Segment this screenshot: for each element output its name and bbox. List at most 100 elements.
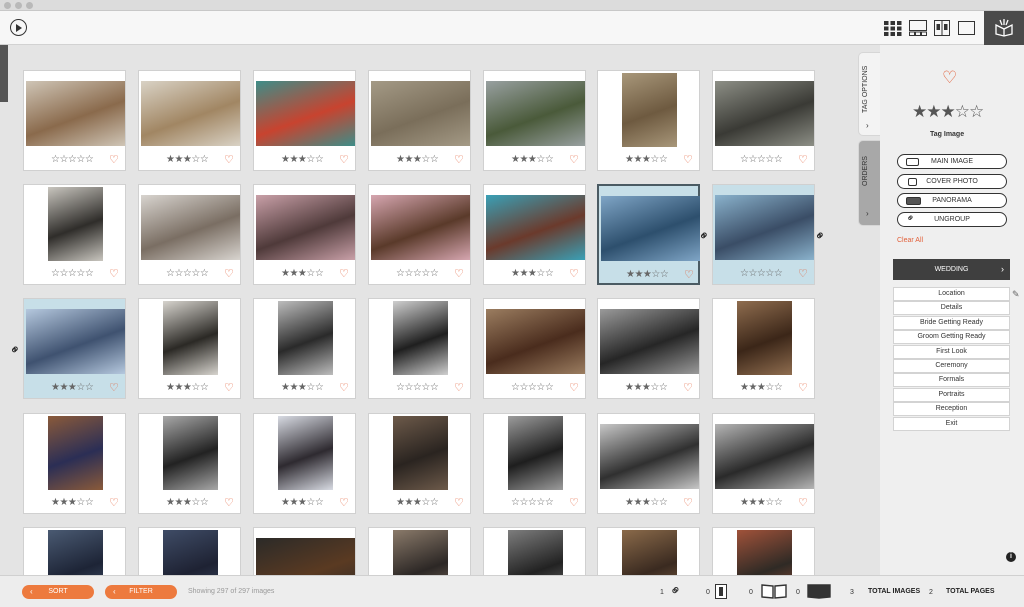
compare-view-icon[interactable] (934, 20, 950, 36)
image-thumbnail[interactable] (371, 195, 470, 260)
star-rating[interactable]: ★★★☆☆ (625, 154, 668, 165)
ungroup-button[interactable]: ⚭ UNGROUP (897, 212, 1007, 227)
wedding-category-button[interactable]: WEDDING › (893, 259, 1010, 280)
heart-icon[interactable]: ♡ (798, 153, 808, 166)
star-rating[interactable]: ☆☆☆☆☆ (740, 154, 783, 165)
heart-icon[interactable]: ♡ (454, 496, 464, 509)
tab-tag-options[interactable]: TAG OPTIONS › (858, 52, 880, 136)
image-thumbnail[interactable] (508, 416, 563, 490)
image-thumbnail[interactable] (622, 530, 677, 575)
heart-icon[interactable]: ♡ (339, 496, 349, 509)
image-thumbnail[interactable] (256, 81, 355, 146)
minimize-window-icon[interactable] (15, 2, 22, 9)
image-thumbnail[interactable] (715, 195, 814, 260)
star-rating[interactable]: ★★★☆☆ (166, 382, 209, 393)
image-card[interactable]: ☆☆☆☆☆ ♡ (483, 298, 586, 399)
heart-icon[interactable]: ♡ (569, 381, 579, 394)
image-card[interactable] (138, 527, 241, 575)
heart-icon[interactable]: ♡ (224, 153, 234, 166)
image-thumbnail[interactable] (393, 301, 448, 375)
image-card[interactable]: ☆☆☆☆☆ ♡ (483, 413, 586, 514)
image-thumbnail[interactable] (278, 416, 333, 490)
image-card[interactable]: ★★★☆☆ ♡ (483, 70, 586, 171)
heart-icon[interactable]: ♡ (798, 381, 808, 394)
image-card[interactable]: ★★★☆☆ ♡ (253, 298, 356, 399)
image-thumbnail[interactable] (26, 309, 125, 374)
image-card[interactable]: ☆☆☆☆☆ ♡ (368, 184, 471, 285)
star-rating[interactable]: ★★★☆☆ (281, 154, 324, 165)
heart-icon[interactable]: ♡ (224, 267, 234, 280)
image-thumbnail[interactable] (486, 309, 585, 374)
image-thumbnail[interactable] (163, 530, 218, 575)
image-card[interactable] (23, 527, 126, 575)
image-card[interactable]: ★★★☆☆ ♡ (597, 184, 700, 285)
image-card[interactable]: ★★★☆☆ ♡ (597, 298, 700, 399)
image-card[interactable] (483, 527, 586, 575)
star-rating[interactable]: ★★★☆☆ (281, 497, 324, 508)
star-rating[interactable]: ☆☆☆☆☆ (396, 382, 439, 393)
image-thumbnail[interactable] (141, 81, 240, 146)
star-rating[interactable]: ☆☆☆☆☆ (51, 154, 94, 165)
heart-icon[interactable]: ♡ (109, 496, 119, 509)
image-card[interactable]: ★★★☆☆ ♡ (597, 70, 700, 171)
image-thumbnail[interactable] (508, 530, 563, 575)
image-thumbnail[interactable] (393, 530, 448, 575)
image-card[interactable]: ☆☆☆☆☆ ♡ (23, 184, 126, 285)
star-rating[interactable]: ☆☆☆☆☆ (740, 268, 783, 279)
heart-icon[interactable]: ♡ (569, 496, 579, 509)
image-card[interactable]: ★★★☆☆ ♡ (253, 70, 356, 171)
star-rating[interactable]: ★★★☆☆ (396, 154, 439, 165)
heart-icon[interactable]: ♡ (684, 268, 694, 281)
image-thumbnail[interactable] (715, 424, 814, 489)
image-thumbnail[interactable] (256, 195, 355, 260)
star-rating[interactable]: ★★★☆☆ (625, 382, 668, 393)
image-thumbnail[interactable] (486, 81, 585, 146)
image-card[interactable]: ★★★☆☆ ♡ (483, 184, 586, 285)
image-thumbnail[interactable] (48, 416, 103, 490)
image-thumbnail[interactable] (141, 195, 240, 260)
heart-icon[interactable]: ♡ (224, 496, 234, 509)
cover-photo-button[interactable]: COVER PHOTO (897, 174, 1007, 189)
subcategory-item[interactable]: Formals (893, 373, 1010, 388)
heart-icon[interactable]: ♡ (109, 381, 119, 394)
star-rating[interactable]: ★★★☆☆ (511, 268, 554, 279)
star-rating[interactable]: ★★★☆☆ (626, 269, 669, 280)
heart-icon[interactable]: ♡ (339, 267, 349, 280)
maximize-window-icon[interactable] (26, 2, 33, 9)
image-card[interactable] (597, 527, 700, 575)
star-rating[interactable]: ☆☆☆☆☆ (166, 268, 209, 279)
image-card[interactable]: ★★★☆☆ ♡ (368, 413, 471, 514)
image-card[interactable] (253, 527, 356, 575)
image-thumbnail[interactable] (600, 309, 699, 374)
image-card[interactable]: ★★★☆☆ ♡ (23, 298, 126, 399)
tag-rating-stars[interactable]: ★★★☆☆ (912, 102, 984, 122)
image-thumbnail[interactable] (371, 81, 470, 146)
image-card[interactable]: ☆☆☆☆☆ ♡ (712, 70, 815, 171)
image-card[interactable]: ☆☆☆☆☆ ♡ (23, 70, 126, 171)
image-card[interactable]: ★★★☆☆ ♡ (23, 413, 126, 514)
info-icon[interactable]: i (1006, 552, 1016, 562)
star-rating[interactable]: ★★★☆☆ (281, 268, 324, 279)
star-rating[interactable]: ☆☆☆☆☆ (511, 382, 554, 393)
subcategory-item[interactable]: Groom Getting Ready (893, 330, 1010, 345)
image-card[interactable]: ★★★☆☆ ♡ (253, 184, 356, 285)
grid-view-icon[interactable] (884, 20, 902, 36)
image-card[interactable]: ☆☆☆☆☆ ♡ (712, 184, 815, 285)
heart-icon[interactable]: ♡ (224, 381, 234, 394)
star-rating[interactable]: ★★★☆☆ (740, 382, 783, 393)
image-card[interactable] (712, 527, 815, 575)
image-thumbnail[interactable] (163, 416, 218, 490)
star-rating[interactable]: ★★★☆☆ (166, 154, 209, 165)
star-rating[interactable]: ☆☆☆☆☆ (51, 268, 94, 279)
image-card[interactable]: ★★★☆☆ ♡ (138, 298, 241, 399)
heart-icon[interactable]: ♡ (454, 153, 464, 166)
image-thumbnail[interactable] (278, 301, 333, 375)
image-thumbnail[interactable] (163, 301, 218, 375)
subcategory-item[interactable]: Details (893, 301, 1010, 316)
heart-icon[interactable]: ♡ (339, 381, 349, 394)
image-thumbnail[interactable] (256, 538, 355, 575)
single-view-icon[interactable] (909, 20, 927, 36)
image-thumbnail[interactable] (622, 73, 677, 147)
heart-icon[interactable]: ♡ (109, 153, 119, 166)
full-view-icon[interactable] (958, 20, 975, 36)
